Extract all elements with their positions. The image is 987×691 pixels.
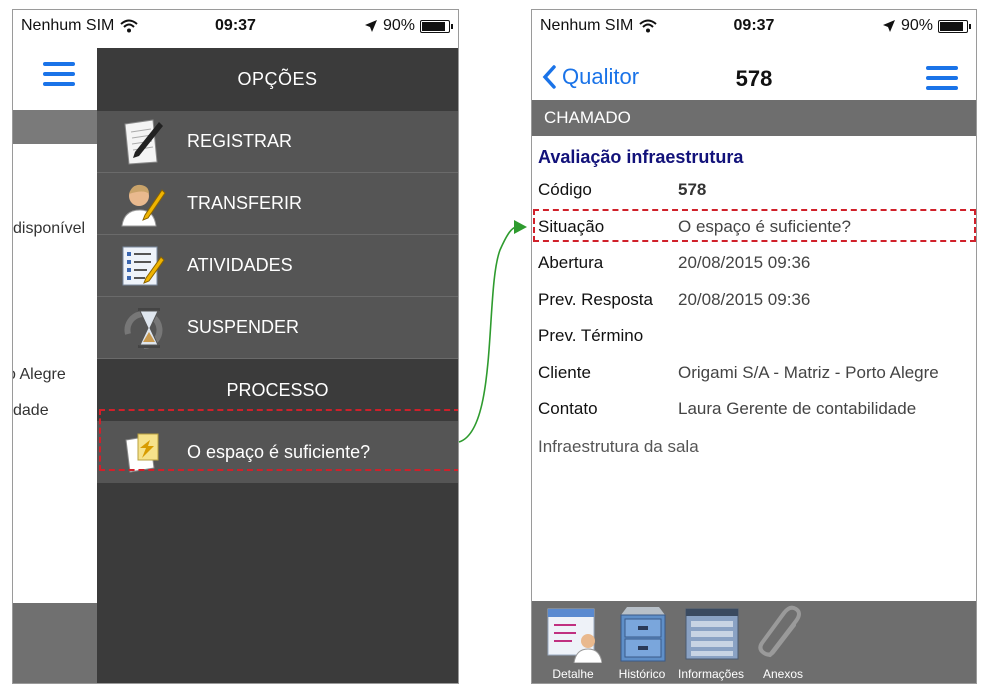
nav-bar: Qualitor 578 bbox=[532, 48, 976, 100]
tab-label: Histórico bbox=[618, 667, 666, 681]
field-label: Código bbox=[538, 180, 592, 199]
background-text: disponível bbox=[13, 220, 86, 237]
left-phone-screen: Nenhum SIM 09:37 90% disponível o Alegre… bbox=[12, 9, 459, 684]
user-pen-icon bbox=[121, 184, 166, 226]
location-arrow-icon bbox=[882, 20, 895, 32]
field-row-cliente: Cliente Origami S/A - Matriz - Porto Ale… bbox=[538, 358, 970, 388]
tab-label: Detalhe bbox=[552, 667, 594, 681]
battery-percent: 90% bbox=[382, 17, 415, 34]
field-label: Abertura bbox=[538, 253, 604, 272]
field-value: Laura Gerente de contabilidade bbox=[678, 399, 917, 418]
drawer-item-suspender[interactable]: SUSPENDER bbox=[97, 297, 458, 359]
process-item[interactable]: O espaço é suficiente? bbox=[97, 421, 458, 483]
hourglass-icon bbox=[124, 307, 163, 349]
field-value: Origami S/A - Matriz - Porto Alegre bbox=[678, 363, 939, 382]
drawer-item-label: SUSPENDER bbox=[187, 317, 300, 337]
field-row-codigo: Código 578 bbox=[538, 175, 970, 205]
field-value: 20/08/2015 09:36 bbox=[678, 290, 811, 309]
field-value: 578 bbox=[678, 180, 707, 199]
file-cabinet-icon bbox=[620, 607, 666, 662]
tab-bar: Detalhe Histórico Informações Anexos bbox=[532, 601, 976, 683]
drawer-item-label: REGISTRAR bbox=[187, 131, 293, 151]
tab-historico[interactable]: Histórico bbox=[609, 601, 675, 683]
detail-card-icon bbox=[547, 608, 602, 663]
drawer-header: OPÇÕES bbox=[237, 69, 318, 89]
tab-informacoes[interactable]: Informações bbox=[678, 601, 744, 683]
battery-icon bbox=[938, 19, 971, 33]
paperclip-icon bbox=[758, 605, 801, 657]
back-label: Qualitor bbox=[562, 64, 640, 89]
field-row-prev-termino: Prev. Término bbox=[538, 321, 970, 351]
tab-anexos[interactable]: Anexos bbox=[750, 601, 816, 683]
tab-label: Anexos bbox=[762, 667, 804, 681]
field-label: Situação bbox=[538, 217, 605, 236]
checklist-icon bbox=[122, 246, 165, 285]
background-text: dade bbox=[13, 402, 49, 419]
field-row-situacao: Situação O espaço é suficiente? bbox=[538, 212, 970, 242]
menu-hamburger-button[interactable] bbox=[43, 62, 75, 86]
background-text: o Alegre bbox=[12, 366, 66, 383]
document-arrow-icon bbox=[125, 433, 159, 473]
card-title: Avaliação infraestrutura bbox=[538, 147, 744, 167]
tab-label: Informações bbox=[678, 667, 745, 681]
field-value: 20/08/2015 09:36 bbox=[678, 253, 811, 272]
field-label: Contato bbox=[538, 399, 598, 418]
options-drawer: OPÇÕES REGISTRAR TRANSFERIR ATIVIDADES S… bbox=[97, 48, 458, 683]
back-button[interactable]: Qualitor bbox=[542, 64, 639, 90]
field-row-contato: Contato Laura Gerente de contabilidade bbox=[538, 394, 970, 424]
process-section-header: PROCESSO bbox=[226, 380, 329, 400]
field-label: Prev. Término bbox=[538, 326, 644, 345]
drawer-item-label: TRANSFERIR bbox=[187, 193, 303, 213]
drawer-item-transferir[interactable]: TRANSFERIR bbox=[97, 173, 458, 235]
battery-percent: 90% bbox=[900, 17, 933, 34]
field-label: Prev. Resposta bbox=[538, 290, 653, 309]
background-section-band bbox=[13, 110, 103, 144]
background-tabbar bbox=[13, 603, 103, 683]
tab-detalhe[interactable]: Detalhe bbox=[540, 601, 606, 683]
field-label: Cliente bbox=[538, 363, 591, 382]
info-window-icon bbox=[685, 608, 739, 660]
battery-icon bbox=[420, 19, 453, 33]
process-item-label: O espaço é suficiente? bbox=[187, 441, 371, 462]
description-text: Infraestrutura da sala bbox=[538, 437, 699, 456]
right-phone-screen: Nenhum SIM 09:37 90% Qualitor 578 CHAMAD… bbox=[531, 9, 977, 684]
drawer-item-registrar[interactable]: REGISTRAR bbox=[97, 111, 458, 173]
field-value: O espaço é suficiente? bbox=[678, 217, 851, 236]
menu-hamburger-button[interactable] bbox=[926, 66, 958, 90]
chevron-left-icon bbox=[542, 65, 556, 89]
pen-paper-icon bbox=[124, 118, 163, 165]
status-bar: Nenhum SIM 09:37 90% bbox=[532, 10, 976, 40]
field-row-prev-resposta: Prev. Resposta 20/08/2015 09:36 bbox=[538, 285, 970, 315]
field-row-abertura: Abertura 20/08/2015 09:36 bbox=[538, 248, 970, 278]
location-arrow-icon bbox=[364, 20, 377, 32]
status-bar: Nenhum SIM 09:37 90% bbox=[13, 10, 458, 40]
section-header: CHAMADO bbox=[532, 100, 976, 136]
drawer-item-atividades[interactable]: ATIVIDADES bbox=[97, 235, 458, 297]
drawer-item-label: ATIVIDADES bbox=[187, 255, 293, 275]
